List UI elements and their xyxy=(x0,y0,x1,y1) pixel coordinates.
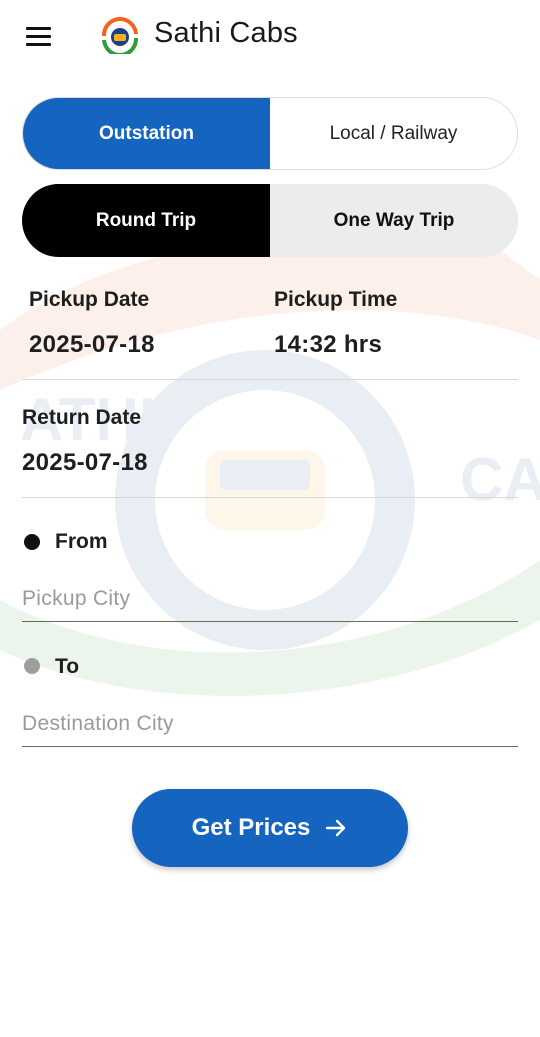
to-label: To xyxy=(55,655,80,678)
from-label: From xyxy=(55,530,108,553)
watermark-logo-icon: ATHI CA xyxy=(0,232,540,696)
tab-local-railway[interactable]: Local / Railway xyxy=(270,98,517,169)
hamburger-menu-icon[interactable] xyxy=(18,20,58,52)
from-dot-icon xyxy=(24,534,40,550)
svg-text:CA: CA xyxy=(460,446,540,513)
divider xyxy=(22,379,518,380)
pickup-time-value[interactable]: 14:32 hrs xyxy=(274,331,382,359)
pickup-time-label: Pickup Time xyxy=(274,288,398,311)
return-date-label: Return Date xyxy=(22,406,142,429)
destination-city-input[interactable] xyxy=(22,701,518,747)
pickup-date-label: Pickup Date xyxy=(29,288,150,311)
get-prices-label: Get Prices xyxy=(191,814,311,841)
return-date-value[interactable]: 2025-07-18 xyxy=(22,449,148,477)
to-dot-icon xyxy=(24,658,40,674)
tab-one-way-trip[interactable]: One Way Trip xyxy=(270,184,518,257)
app-header: Sathi Cabs xyxy=(0,0,540,72)
trip-type-toggle: Round Trip One Way Trip xyxy=(22,184,518,257)
pickup-city-input[interactable] xyxy=(22,576,518,622)
tab-outstation[interactable]: Outstation xyxy=(23,98,270,169)
service-type-toggle: Outstation Local / Railway xyxy=(22,97,518,170)
pickup-date-value[interactable]: 2025-07-18 xyxy=(29,331,155,359)
app-title: Sathi Cabs xyxy=(154,17,298,49)
divider xyxy=(22,497,518,498)
get-prices-button[interactable]: Get Prices xyxy=(132,789,408,867)
arrow-right-icon xyxy=(326,819,346,837)
tab-round-trip[interactable]: Round Trip xyxy=(22,184,270,257)
sathi-cabs-logo xyxy=(101,16,139,54)
